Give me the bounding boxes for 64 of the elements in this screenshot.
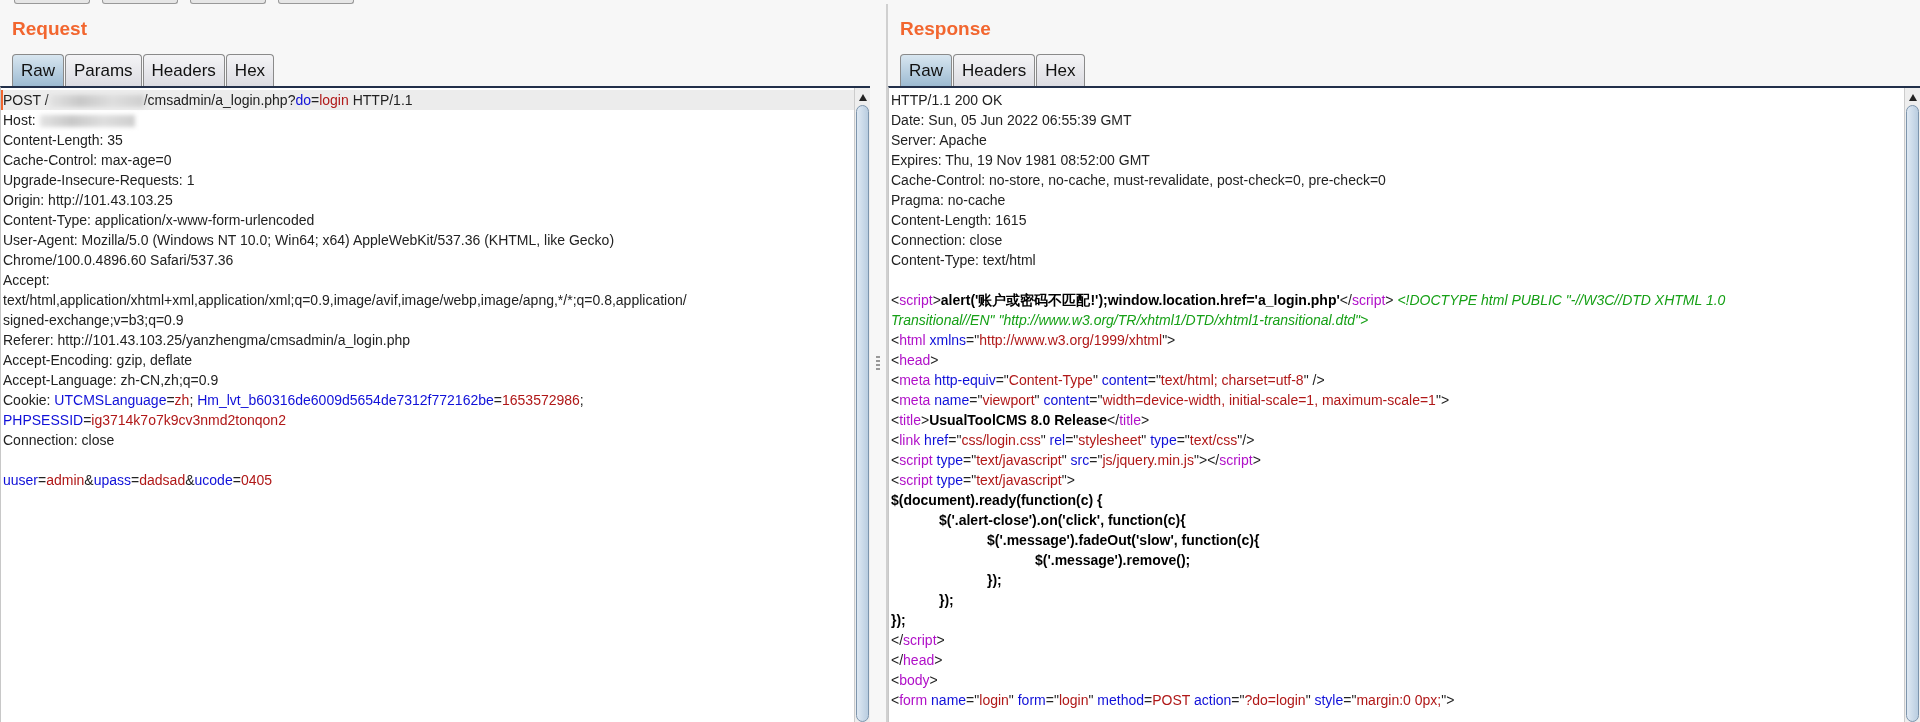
code-line: Accept: [2, 271, 51, 290]
code-line: }); [938, 591, 955, 610]
code-line: Transitional//EN" "http://www.w3.org/TR/xhtml1/DTD/xhtml1-transitional.dtd"> [890, 311, 1370, 330]
code-line: Cache-Control: no-store, no-cache, must-revalidate, post-check=0, pre-check=0 [890, 171, 1387, 190]
code-line: </script> [890, 631, 946, 650]
code-line: <script type="text/javascript"> [890, 471, 1076, 490]
toolbar-button[interactable] [102, 0, 178, 4]
code-line: Pragma: no-cache [890, 191, 1007, 210]
code-line: Accept-Encoding: gzip, deflate [2, 351, 194, 370]
code-line: Content-Type: text/html [890, 251, 1037, 270]
code-line: uuser=admin&upass=dadsad&ucode=0405 [2, 471, 274, 490]
code-line: Accept-Language: zh-CN,zh;q=0.9 [2, 371, 220, 390]
code-line: <html xmlns="http://www.w3.org/1999/xhtml"> [890, 331, 1177, 350]
pane-title: Response [899, 17, 991, 41]
code-line: <script type="text/javascript" src="js/jquery.min.js"></script> [890, 451, 1262, 470]
code-line: Content-Length: 35 [2, 131, 124, 150]
tab[interactable]: Raw [12, 54, 64, 86]
toolbar-button[interactable] [14, 0, 90, 4]
toolbar-button[interactable] [278, 0, 354, 4]
code-line: signed-exchange;v=b3;q=0.9 [2, 311, 185, 330]
code-line: Chrome/100.0.4896.60 Safari/537.36 [2, 251, 235, 270]
code-line: Content-Length: 1615 [890, 211, 1028, 230]
code-line: Origin: http://101.43.103.25 [2, 191, 174, 210]
code-line: text/html,application/xhtml+xml,application/xml;q=0.9,image/avif,image/webp,image/apng,*/*;q=0.8,application/ [2, 291, 688, 310]
code-line: <form name="login" form="login" method=POST action="?do=login" style="margin:0 0px;"> [890, 691, 1456, 710]
code-line: <link href="css/login.css" rel="stylesheet" type="text/css"/> [890, 431, 1256, 450]
toolbar-button[interactable] [190, 0, 266, 4]
scrollbar[interactable] [1904, 88, 1920, 722]
code-line: $('.message').fadeOut('slow', function(c){ [986, 531, 1261, 550]
code-line: User-Agent: Mozilla/5.0 (Windows NT 10.0; Win64; x64) AppleWebKit/537.36 (KHTML, like Gecko) [2, 231, 616, 250]
code-line: Cookie: UTCMSLanguage=zh; Hm_lvt_b60316de6009d5654de7312f772162be=1653572986; [2, 391, 585, 410]
code-line: </head> [890, 651, 944, 670]
code-line: <body> [890, 671, 939, 690]
grip-icon[interactable] [876, 356, 880, 370]
code-line: Content-Type: application/x-www-form-urlencoded [2, 211, 316, 230]
scrollbar[interactable] [854, 88, 870, 722]
code-line: <head> [890, 351, 940, 370]
code-line: Expires: Thu, 19 Nov 1981 08:52:00 GMT [890, 151, 1151, 170]
code-line: Connection: close [890, 231, 1004, 250]
code-line: Host: [1, 110, 854, 130]
code-line: }); [986, 571, 1003, 590]
tab[interactable]: Raw [900, 54, 952, 86]
pane-title: Request [11, 17, 87, 41]
tab[interactable]: Params [65, 54, 142, 86]
code-line: Upgrade-Insecure-Requests: 1 [2, 171, 196, 190]
code-line: Server: Apache [890, 131, 988, 150]
code-line: $('.message').remove(); [1034, 551, 1192, 570]
code-line: <script>alert('账户或密码不匹配!');window.location.href='a_login.php'</script> <!DOCTYPE html PUBLIC "-//W3C//DTD XHTML 1.0 [890, 291, 1727, 310]
tab[interactable]: Hex [225, 54, 275, 86]
code-line: PHPSESSID=ig3714k7o7k9cv3nmd2tonqon2 [2, 411, 287, 430]
code-line: Connection: close [2, 431, 116, 450]
code-line: <meta name="viewport" content="width=device-width, initial-scale=1, maximum-scale=1"> [890, 391, 1451, 410]
code-line: Date: Sun, 05 Jun 2022 06:55:39 GMT [890, 111, 1133, 130]
tab[interactable]: Headers [142, 54, 225, 86]
code-line: Referer: http://101.43.103.25/yanzhengma/cmsadmin/a_login.php [2, 331, 412, 350]
code-line: Cache-Control: max-age=0 [2, 151, 173, 170]
code-line: <meta http-equiv="Content-Type" content="text/html; charset=utf-8" /> [890, 371, 1326, 390]
code-line: $(document).ready(function(c) { [890, 491, 1104, 510]
code-line: $('.alert-close').on('click', function(c){ [938, 511, 1187, 530]
tab[interactable]: Hex [1036, 54, 1085, 86]
code-line: HTTP/1.1 200 OK [890, 91, 1004, 110]
code-line: <title>UsualToolCMS 8.0 Release</title> [890, 411, 1151, 430]
tab[interactable]: Headers [953, 54, 1036, 86]
code-line: }); [890, 611, 907, 630]
